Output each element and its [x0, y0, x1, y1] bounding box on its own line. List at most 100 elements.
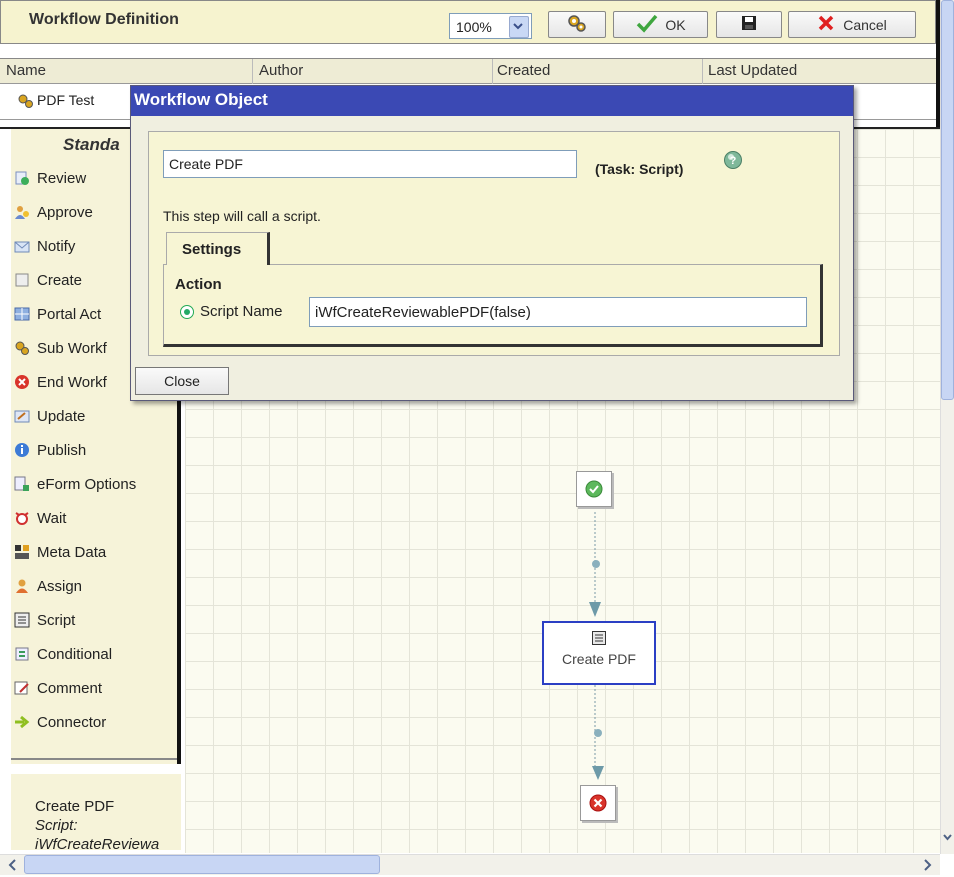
- scroll-right-icon[interactable]: [918, 856, 936, 874]
- object-name-input[interactable]: Create PDF: [163, 150, 577, 178]
- sidebar-item-script[interactable]: Script: [11, 605, 177, 635]
- workflow-properties-button[interactable]: [548, 11, 606, 38]
- sidebar-item-publish[interactable]: Publish: [11, 435, 177, 465]
- script-icon: [592, 631, 606, 648]
- sidebar-item-eform-options[interactable]: eForm Options: [11, 469, 177, 499]
- save-icon: [741, 15, 757, 34]
- action-heading: Action: [175, 276, 222, 293]
- end-workflow-icon: [14, 374, 30, 390]
- create-icon: [14, 272, 30, 288]
- dialog-title[interactable]: Workflow Object: [131, 86, 853, 116]
- column-header-name[interactable]: Name: [6, 62, 46, 79]
- svg-text:?: ?: [730, 155, 737, 167]
- close-icon: [817, 14, 835, 35]
- start-check-icon: [585, 480, 603, 501]
- info-detail: iWfCreateReviewa: [35, 836, 160, 850]
- zoom-value: 100%: [456, 19, 492, 35]
- portal-action-icon: [14, 306, 30, 322]
- step-description: This step will call a script.: [163, 208, 321, 224]
- sidebar-item-wait[interactable]: Wait: [11, 503, 177, 533]
- sidebar-item-comment[interactable]: Comment: [11, 673, 177, 703]
- gears-icon: [566, 13, 588, 36]
- scroll-down-icon[interactable]: [941, 827, 954, 847]
- column-header-created[interactable]: Created: [497, 62, 550, 79]
- zoom-select[interactable]: 100%: [449, 13, 532, 39]
- sidebar-item-update[interactable]: Update: [11, 401, 177, 431]
- checkmark-icon: [635, 13, 659, 36]
- horizontal-scroll-thumb[interactable]: [24, 855, 380, 874]
- divider: [11, 758, 177, 760]
- vertical-scroll-thumb[interactable]: [941, 0, 954, 400]
- sidebar-item-label: Update: [37, 407, 86, 425]
- chevron-down-icon: [509, 16, 529, 38]
- script-node-create-pdf[interactable]: Create PDF: [542, 621, 656, 685]
- wait-icon: [14, 510, 30, 526]
- page-title: Workflow Definition: [29, 11, 179, 28]
- sidebar-item-label: End Workf: [37, 373, 107, 391]
- close-button[interactable]: Close: [135, 367, 229, 395]
- script-icon: [14, 612, 30, 628]
- workflow-name: PDF Test: [37, 92, 95, 108]
- tab-settings[interactable]: Settings: [166, 232, 270, 265]
- column-header-author[interactable]: Author: [259, 62, 303, 79]
- column-separator: [252, 59, 253, 85]
- column-separator: [702, 59, 703, 85]
- scroll-left-icon[interactable]: [4, 856, 22, 874]
- conditional-icon: [14, 646, 30, 662]
- settings-panel: Action Script Name iWfCreateReviewablePD…: [163, 264, 823, 347]
- review-icon: [14, 170, 30, 186]
- comment-icon: [14, 680, 30, 696]
- script-name-label: Script Name: [200, 303, 283, 320]
- cancel-button[interactable]: Cancel: [788, 11, 916, 38]
- gears-icon: [17, 93, 35, 112]
- sidebar-item-label: Script: [37, 611, 76, 629]
- info-type: Script:: [35, 817, 78, 834]
- cancel-label: Cancel: [843, 16, 887, 33]
- node-label: Create PDF: [562, 651, 636, 667]
- assign-icon: [14, 578, 30, 594]
- sidebar-item-connector[interactable]: Connector: [11, 707, 177, 737]
- column-header-last-updated[interactable]: Last Updated: [708, 62, 797, 79]
- help-icon[interactable]: ?: [723, 150, 743, 173]
- connector-icon: [14, 714, 30, 730]
- start-node[interactable]: [576, 471, 612, 507]
- info-name: Create PDF: [35, 798, 115, 815]
- sidebar-item-conditional[interactable]: Conditional: [11, 639, 177, 669]
- sidebar-item-label: eForm Options: [37, 475, 137, 493]
- sidebar-item-label: Connector: [37, 713, 107, 731]
- meta-data-icon: [14, 544, 30, 560]
- ok-button[interactable]: OK: [613, 11, 708, 38]
- sidebar-item-label: Comment: [37, 679, 103, 697]
- sub-workflow-icon: [14, 340, 30, 356]
- update-icon: [14, 408, 30, 424]
- sidebar-item-label: Create: [37, 271, 83, 289]
- sidebar-item-label: Conditional: [37, 645, 113, 663]
- sidebar-item-label: Review: [37, 169, 87, 187]
- script-name-radio[interactable]: [180, 305, 194, 319]
- dialog-panel: Create PDF (Task: Script) ? This step wi…: [148, 131, 840, 356]
- sidebar-item-label: Sub Workf: [37, 339, 107, 357]
- grid-header: Name Author Created Last Updated: [0, 58, 936, 85]
- object-info-panel: Create PDF Script: iWfCreateReviewa: [11, 774, 181, 850]
- publish-icon: [14, 442, 30, 458]
- sidebar-item-label: Notify: [37, 237, 76, 255]
- sidebar-item-meta-data[interactable]: Meta Data: [11, 537, 177, 567]
- sidebar-item-label: Meta Data: [37, 543, 107, 561]
- column-separator: [492, 59, 493, 85]
- save-button[interactable]: [716, 11, 782, 38]
- task-type-label: (Task: Script): [595, 161, 684, 177]
- script-name-input[interactable]: iWfCreateReviewablePDF(false): [309, 297, 807, 327]
- end-icon: [589, 794, 607, 815]
- sidebar-item-label: Assign: [37, 577, 83, 595]
- sidebar-item-label: Wait: [37, 509, 67, 527]
- ok-label: OK: [665, 16, 686, 33]
- sidebar-item-assign[interactable]: Assign: [11, 571, 177, 601]
- sidebar-item-label: Approve: [37, 203, 93, 221]
- workflow-object-dialog: Workflow Object Create PDF (Task: Script…: [130, 85, 854, 401]
- sidebar-item-label: Portal Act: [37, 305, 102, 323]
- sidebar-item-label: Publish: [37, 441, 87, 459]
- notify-icon: [14, 238, 30, 254]
- sidebar-title: Standa: [63, 135, 120, 154]
- approve-icon: [14, 204, 30, 220]
- end-node[interactable]: [580, 785, 616, 821]
